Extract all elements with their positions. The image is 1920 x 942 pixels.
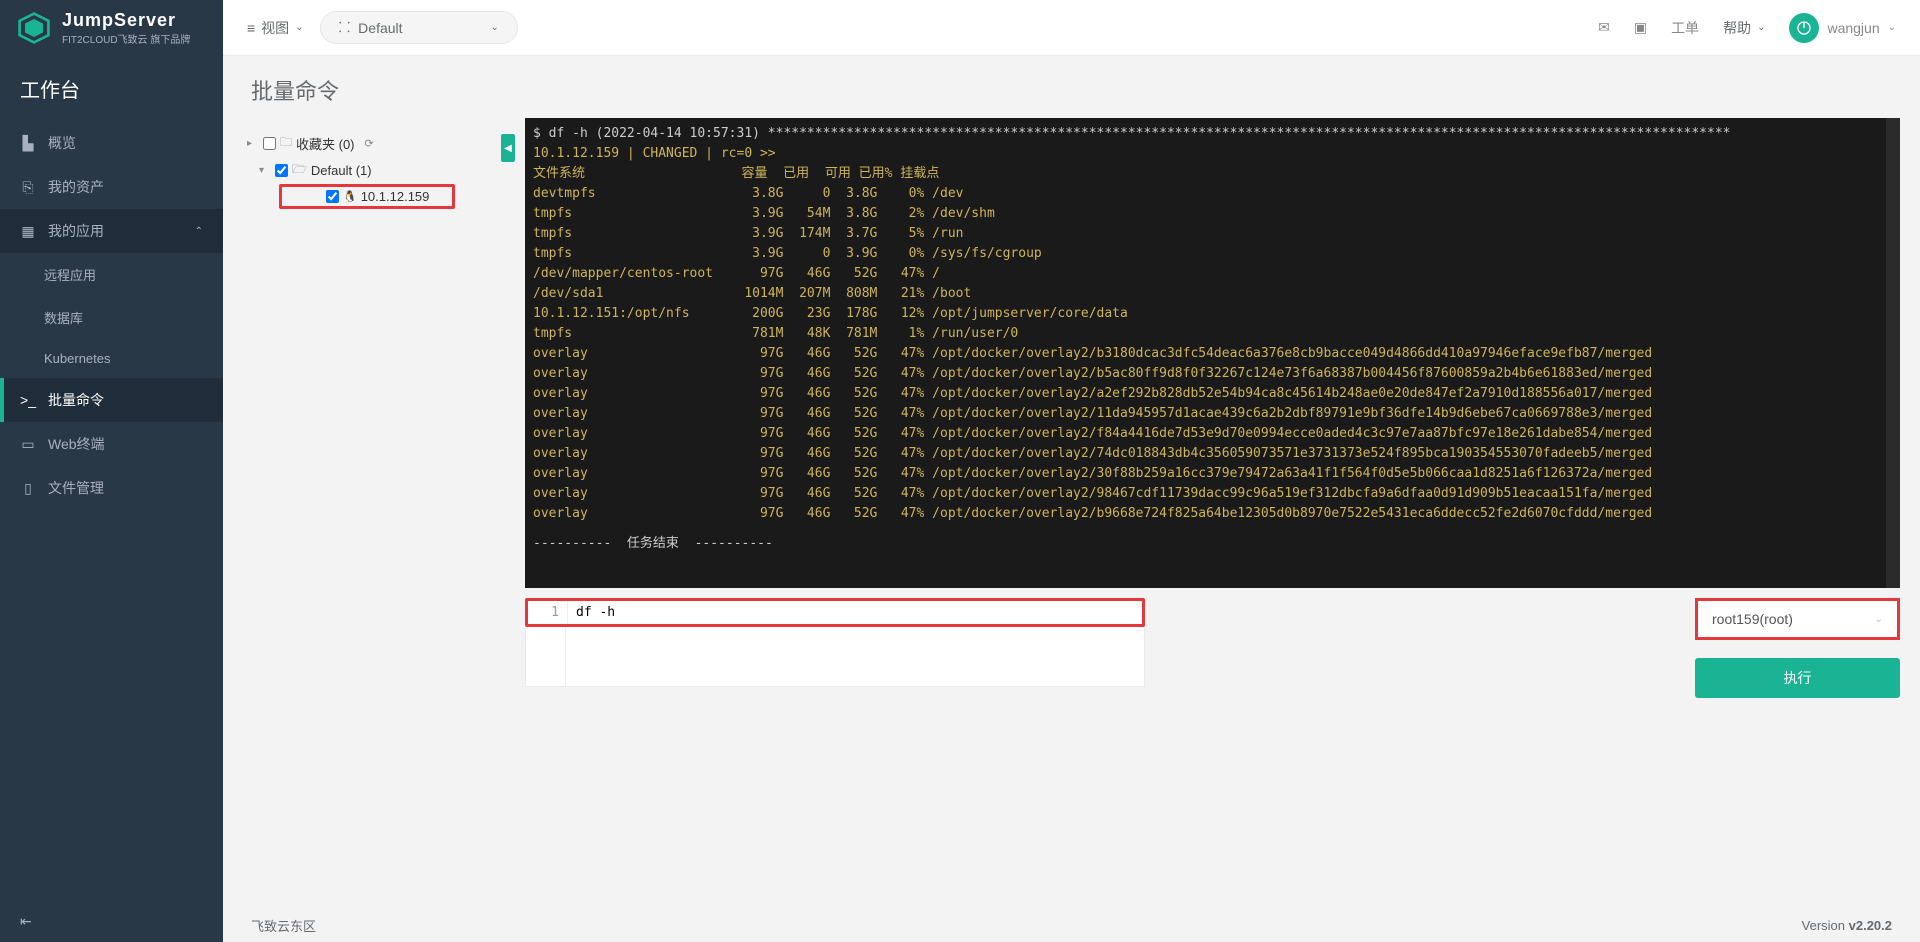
folder-open-icon: 🗁 bbox=[292, 160, 307, 181]
panel-collapse-handle[interactable]: ◀ bbox=[501, 134, 515, 162]
view-label: 视图 bbox=[261, 18, 289, 38]
expand-icon: ▸ bbox=[247, 138, 259, 149]
execute-button[interactable]: 执行 bbox=[1695, 658, 1900, 698]
chevron-down-icon: ⌄ bbox=[491, 22, 499, 33]
nav-my-apps[interactable]: ▦ 我的应用 ⌃ bbox=[0, 209, 223, 253]
grid-icon: ▦ bbox=[20, 223, 36, 239]
power-icon bbox=[1796, 20, 1812, 36]
tree-host-label: 10.1.12.159 bbox=[361, 189, 430, 204]
footer: 飞致云东区 Version v2.20.2 bbox=[223, 908, 1920, 942]
page-title: 批量命令 bbox=[223, 56, 1920, 118]
collapse-icon: ▾ bbox=[259, 165, 271, 176]
nav-overview[interactable]: ▙ 概览 bbox=[0, 121, 223, 165]
nav-my-assets[interactable]: ⎘ 我的资产 bbox=[0, 165, 223, 209]
chevron-up-icon: ⌃ bbox=[195, 226, 203, 237]
chevron-down-icon: ⌄ bbox=[295, 22, 303, 33]
chevron-down-icon: ⌄ bbox=[1875, 614, 1883, 625]
user-menu[interactable]: wangjun ⌄ bbox=[1789, 13, 1896, 43]
file-icon: ▯ bbox=[20, 480, 36, 496]
sitemap-icon: ⸬ bbox=[339, 18, 351, 37]
ticket-link[interactable]: 工单 bbox=[1671, 18, 1699, 38]
nav-kubernetes[interactable]: Kubernetes bbox=[0, 339, 223, 378]
help-label: 帮助 bbox=[1723, 18, 1751, 38]
footer-version: Version v2.20.2 bbox=[1802, 918, 1892, 933]
tree-label: Default (1) bbox=[311, 163, 372, 178]
layout-icon[interactable]: ▣ bbox=[1634, 19, 1647, 36]
nav-remote-app[interactable]: 远程应用 bbox=[0, 253, 223, 296]
nav-label: 我的资产 bbox=[48, 177, 104, 197]
linux-icon: 🐧 bbox=[343, 190, 357, 203]
help-menu[interactable]: 帮助 ⌄ bbox=[1723, 18, 1765, 38]
sidebar-collapse[interactable]: ⇤ bbox=[0, 901, 223, 942]
mail-icon[interactable]: ✉ bbox=[1598, 19, 1610, 36]
command-editor-body[interactable] bbox=[525, 627, 1145, 687]
terminal-area: $ df -h (2022-04-14 10:57:31) **********… bbox=[525, 118, 1900, 900]
avatar bbox=[1789, 13, 1819, 43]
gutter-line-no: 1 bbox=[528, 601, 568, 624]
nav-label: Web终端 bbox=[48, 434, 105, 454]
tree-checkbox[interactable] bbox=[263, 137, 276, 150]
window-icon: ▭ bbox=[20, 436, 36, 452]
chart-icon: ▙ bbox=[20, 135, 36, 151]
sidebar: JumpServer FIT2CLOUD飞致云 旗下品牌 工作台 ▙ 概览 ⎘ … bbox=[0, 0, 223, 942]
view-selector[interactable]: ≡ 视图 ⌄ bbox=[247, 18, 304, 38]
content: ▸ 🗀 收藏夹 (0) ⟳ ▾ 🗁 Default (1) 🐧 10.1.12.… bbox=[223, 118, 1920, 908]
tree-default[interactable]: ▾ 🗁 Default (1) bbox=[247, 157, 509, 184]
collapse-icon: ⇤ bbox=[20, 913, 32, 929]
refresh-icon[interactable]: ⟳ bbox=[365, 137, 374, 150]
org-selector[interactable]: ⸬ Default ⌄ bbox=[320, 11, 518, 44]
asset-tree: ▸ 🗀 收藏夹 (0) ⟳ ▾ 🗁 Default (1) 🐧 10.1.12.… bbox=[243, 118, 513, 900]
footer-region: 飞致云东区 bbox=[251, 916, 316, 935]
sidebar-title: 工作台 bbox=[0, 56, 223, 121]
terminal-icon: >_ bbox=[20, 392, 36, 408]
chevron-down-icon: ⌄ bbox=[1888, 22, 1896, 33]
command-input[interactable] bbox=[568, 601, 1142, 624]
run-as-select[interactable]: root159(root) ⌄ bbox=[1695, 598, 1900, 640]
tree-checkbox[interactable] bbox=[275, 164, 288, 177]
nav-database[interactable]: 数据库 bbox=[0, 296, 223, 339]
terminal-output[interactable]: $ df -h (2022-04-14 10:57:31) **********… bbox=[525, 118, 1900, 588]
nav-label: 批量命令 bbox=[48, 390, 104, 410]
logo[interactable]: JumpServer FIT2CLOUD飞致云 旗下品牌 bbox=[0, 0, 223, 56]
logo-sub: FIT2CLOUD飞致云 旗下品牌 bbox=[62, 31, 190, 46]
asset-icon: ⎘ bbox=[20, 179, 36, 195]
logo-icon bbox=[16, 10, 52, 46]
run-as-label: root159(root) bbox=[1712, 611, 1793, 627]
nav-label: 数据库 bbox=[44, 308, 83, 327]
nav-label: 文件管理 bbox=[48, 478, 104, 498]
nav-label: 远程应用 bbox=[44, 265, 96, 284]
command-input-wrap: 1 bbox=[525, 598, 1145, 627]
topbar: ≡ 视图 ⌄ ⸬ Default ⌄ ✉ ▣ 工单 帮助 ⌄ bbox=[223, 0, 1920, 56]
main: ≡ 视图 ⌄ ⸬ Default ⌄ ✉ ▣ 工单 帮助 ⌄ bbox=[223, 0, 1920, 942]
nav-web-terminal[interactable]: ▭ Web终端 bbox=[0, 422, 223, 466]
folder-icon: 🗀 bbox=[280, 133, 292, 154]
nav-batch-command[interactable]: >_ 批量命令 bbox=[0, 378, 223, 422]
nav-file-manager[interactable]: ▯ 文件管理 bbox=[0, 466, 223, 510]
nav-label: 我的应用 bbox=[48, 221, 104, 241]
nav-label: Kubernetes bbox=[44, 351, 111, 366]
tree-checkbox[interactable] bbox=[326, 190, 339, 203]
tree-host[interactable]: 🐧 10.1.12.159 bbox=[279, 184, 455, 209]
tree-label: 收藏夹 (0) bbox=[296, 134, 355, 153]
tree-favorites[interactable]: ▸ 🗀 收藏夹 (0) ⟳ bbox=[247, 130, 509, 157]
menu-icon: ≡ bbox=[247, 20, 255, 36]
org-label: Default bbox=[358, 20, 402, 36]
username: wangjun bbox=[1827, 20, 1879, 36]
logo-name: JumpServer bbox=[62, 10, 190, 31]
chevron-down-icon: ⌄ bbox=[1757, 22, 1765, 33]
nav-label: 概览 bbox=[48, 133, 76, 153]
